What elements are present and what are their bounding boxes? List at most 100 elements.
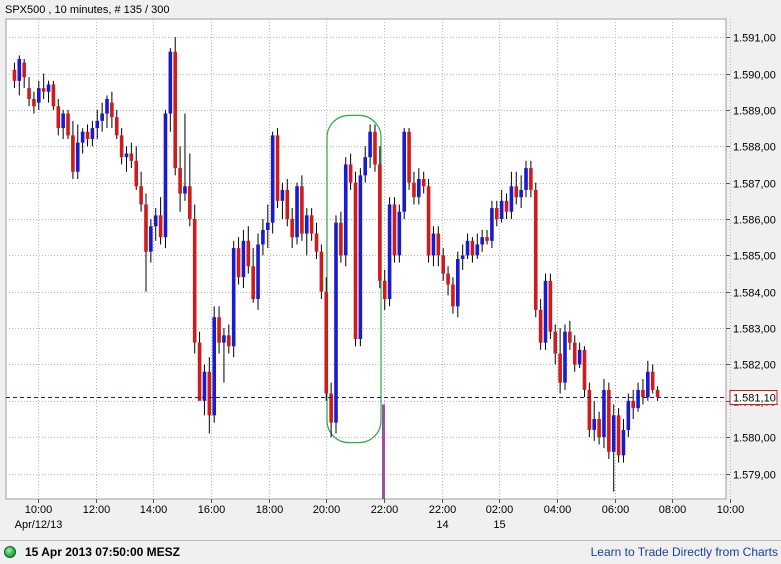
candle-body xyxy=(17,59,22,81)
candle-body xyxy=(431,233,436,256)
candle-body xyxy=(280,189,285,201)
candle-body xyxy=(114,117,119,136)
candle-body xyxy=(222,335,226,343)
candle-body xyxy=(451,284,455,307)
last-price-label: 1.581,10 xyxy=(733,393,776,405)
candle-body xyxy=(339,222,343,256)
candle-body xyxy=(207,371,212,416)
y-axis: 1.579,001.580,001.581,001.582,001.583,00… xyxy=(726,33,776,482)
candle-body xyxy=(480,237,484,245)
y-tick-label: 1.587,00 xyxy=(733,179,776,191)
candle-body xyxy=(456,259,460,307)
candle-body xyxy=(378,164,382,281)
candle-body xyxy=(290,219,294,238)
candle-body xyxy=(246,240,251,267)
candle-body xyxy=(392,204,397,256)
candle-body xyxy=(314,233,319,252)
x-date-label: Apr/12/13 xyxy=(15,519,63,531)
timestamp: 15 Apr 2013 07:50:00 MESZ xyxy=(25,545,180,559)
candle-body xyxy=(188,186,192,219)
y-tick-label: 1.591,00 xyxy=(733,33,776,45)
candle-body xyxy=(61,113,65,129)
candle-body xyxy=(178,168,182,194)
x-tick-label: 12:00 xyxy=(83,504,111,516)
candle-body xyxy=(324,291,329,394)
candle-body xyxy=(90,128,95,139)
candle-body xyxy=(46,84,51,92)
candle-body xyxy=(270,135,275,223)
candle-body xyxy=(51,84,56,107)
candle-body xyxy=(192,219,197,343)
candle-body xyxy=(100,113,104,121)
candle-body xyxy=(397,211,402,256)
learn-to-trade-link[interactable]: Learn to Trade Directly from Charts xyxy=(591,545,778,559)
y-tick-label: 1.586,00 xyxy=(733,215,776,227)
candle-body xyxy=(22,62,26,78)
candle-body xyxy=(373,131,377,165)
candle-body xyxy=(494,208,499,219)
candle-body xyxy=(173,51,178,169)
candle-body xyxy=(592,419,597,430)
candle-body xyxy=(124,153,129,158)
x-date-label: 14 xyxy=(436,519,448,531)
candle-body xyxy=(543,280,548,343)
candle-body xyxy=(465,240,470,256)
candle-body xyxy=(358,175,363,339)
candle-body xyxy=(519,189,523,198)
candle-body xyxy=(548,280,553,332)
y-tick-label: 1.585,00 xyxy=(733,251,776,263)
candle-body xyxy=(304,215,309,234)
candle-body xyxy=(646,371,650,398)
x-tick-label: 20:00 xyxy=(313,504,341,516)
chart-title: SPX500 , 10 minutes, # 135 / 300 xyxy=(5,4,170,16)
candle-body xyxy=(168,51,173,114)
y-tick-label: 1.583,00 xyxy=(733,324,776,336)
candle-body xyxy=(417,179,421,198)
y-tick-label: 1.590,00 xyxy=(733,70,776,82)
candle-body xyxy=(149,226,153,252)
candle-body xyxy=(387,204,392,299)
x-tick-label: 10:00 xyxy=(25,504,53,516)
candle-body xyxy=(163,113,168,238)
candle-body xyxy=(577,349,582,365)
candle-body xyxy=(343,164,348,256)
candle-body xyxy=(607,389,611,452)
candle-body xyxy=(105,99,109,114)
x-tick-label: 08:00 xyxy=(659,504,687,516)
candle-body xyxy=(641,389,645,398)
y-tick-label: 1.588,00 xyxy=(733,142,776,154)
candle-body xyxy=(183,186,187,194)
candle-body xyxy=(227,335,231,347)
candle-body xyxy=(475,244,480,256)
candle-body xyxy=(256,244,260,299)
candle-body xyxy=(265,222,270,230)
x-tick-label: 22:00 xyxy=(429,504,457,516)
connection-status-icon xyxy=(4,546,16,558)
candle-body xyxy=(85,131,90,139)
candle-body xyxy=(80,131,85,143)
x-tick-label: 06:00 xyxy=(602,504,630,516)
x-tick-label: 16:00 xyxy=(198,504,226,516)
candle-body xyxy=(241,240,246,278)
candle-body xyxy=(212,317,216,416)
candle-body xyxy=(129,153,134,161)
candle-body xyxy=(597,419,601,438)
candle-body xyxy=(407,131,411,183)
candle-body xyxy=(353,182,358,339)
candle-body xyxy=(436,233,441,256)
candlestick-chart[interactable]: SPX500 , 10 minutes, # 135 / 300 1.579,0… xyxy=(0,0,781,540)
candle-body xyxy=(202,371,207,401)
candle-body xyxy=(110,102,114,118)
candle-body xyxy=(587,389,592,430)
candle-body xyxy=(636,389,640,409)
candle-body xyxy=(56,106,61,129)
y-tick-label: 1.584,00 xyxy=(733,288,776,300)
candle-body xyxy=(538,309,543,343)
y-tick-label: 1.589,00 xyxy=(733,106,776,118)
candle-body xyxy=(616,415,621,456)
candle-body xyxy=(27,88,31,99)
candle-body xyxy=(485,237,489,241)
candle-body xyxy=(631,400,636,409)
candle-body xyxy=(12,69,17,81)
candle-body xyxy=(650,371,655,390)
